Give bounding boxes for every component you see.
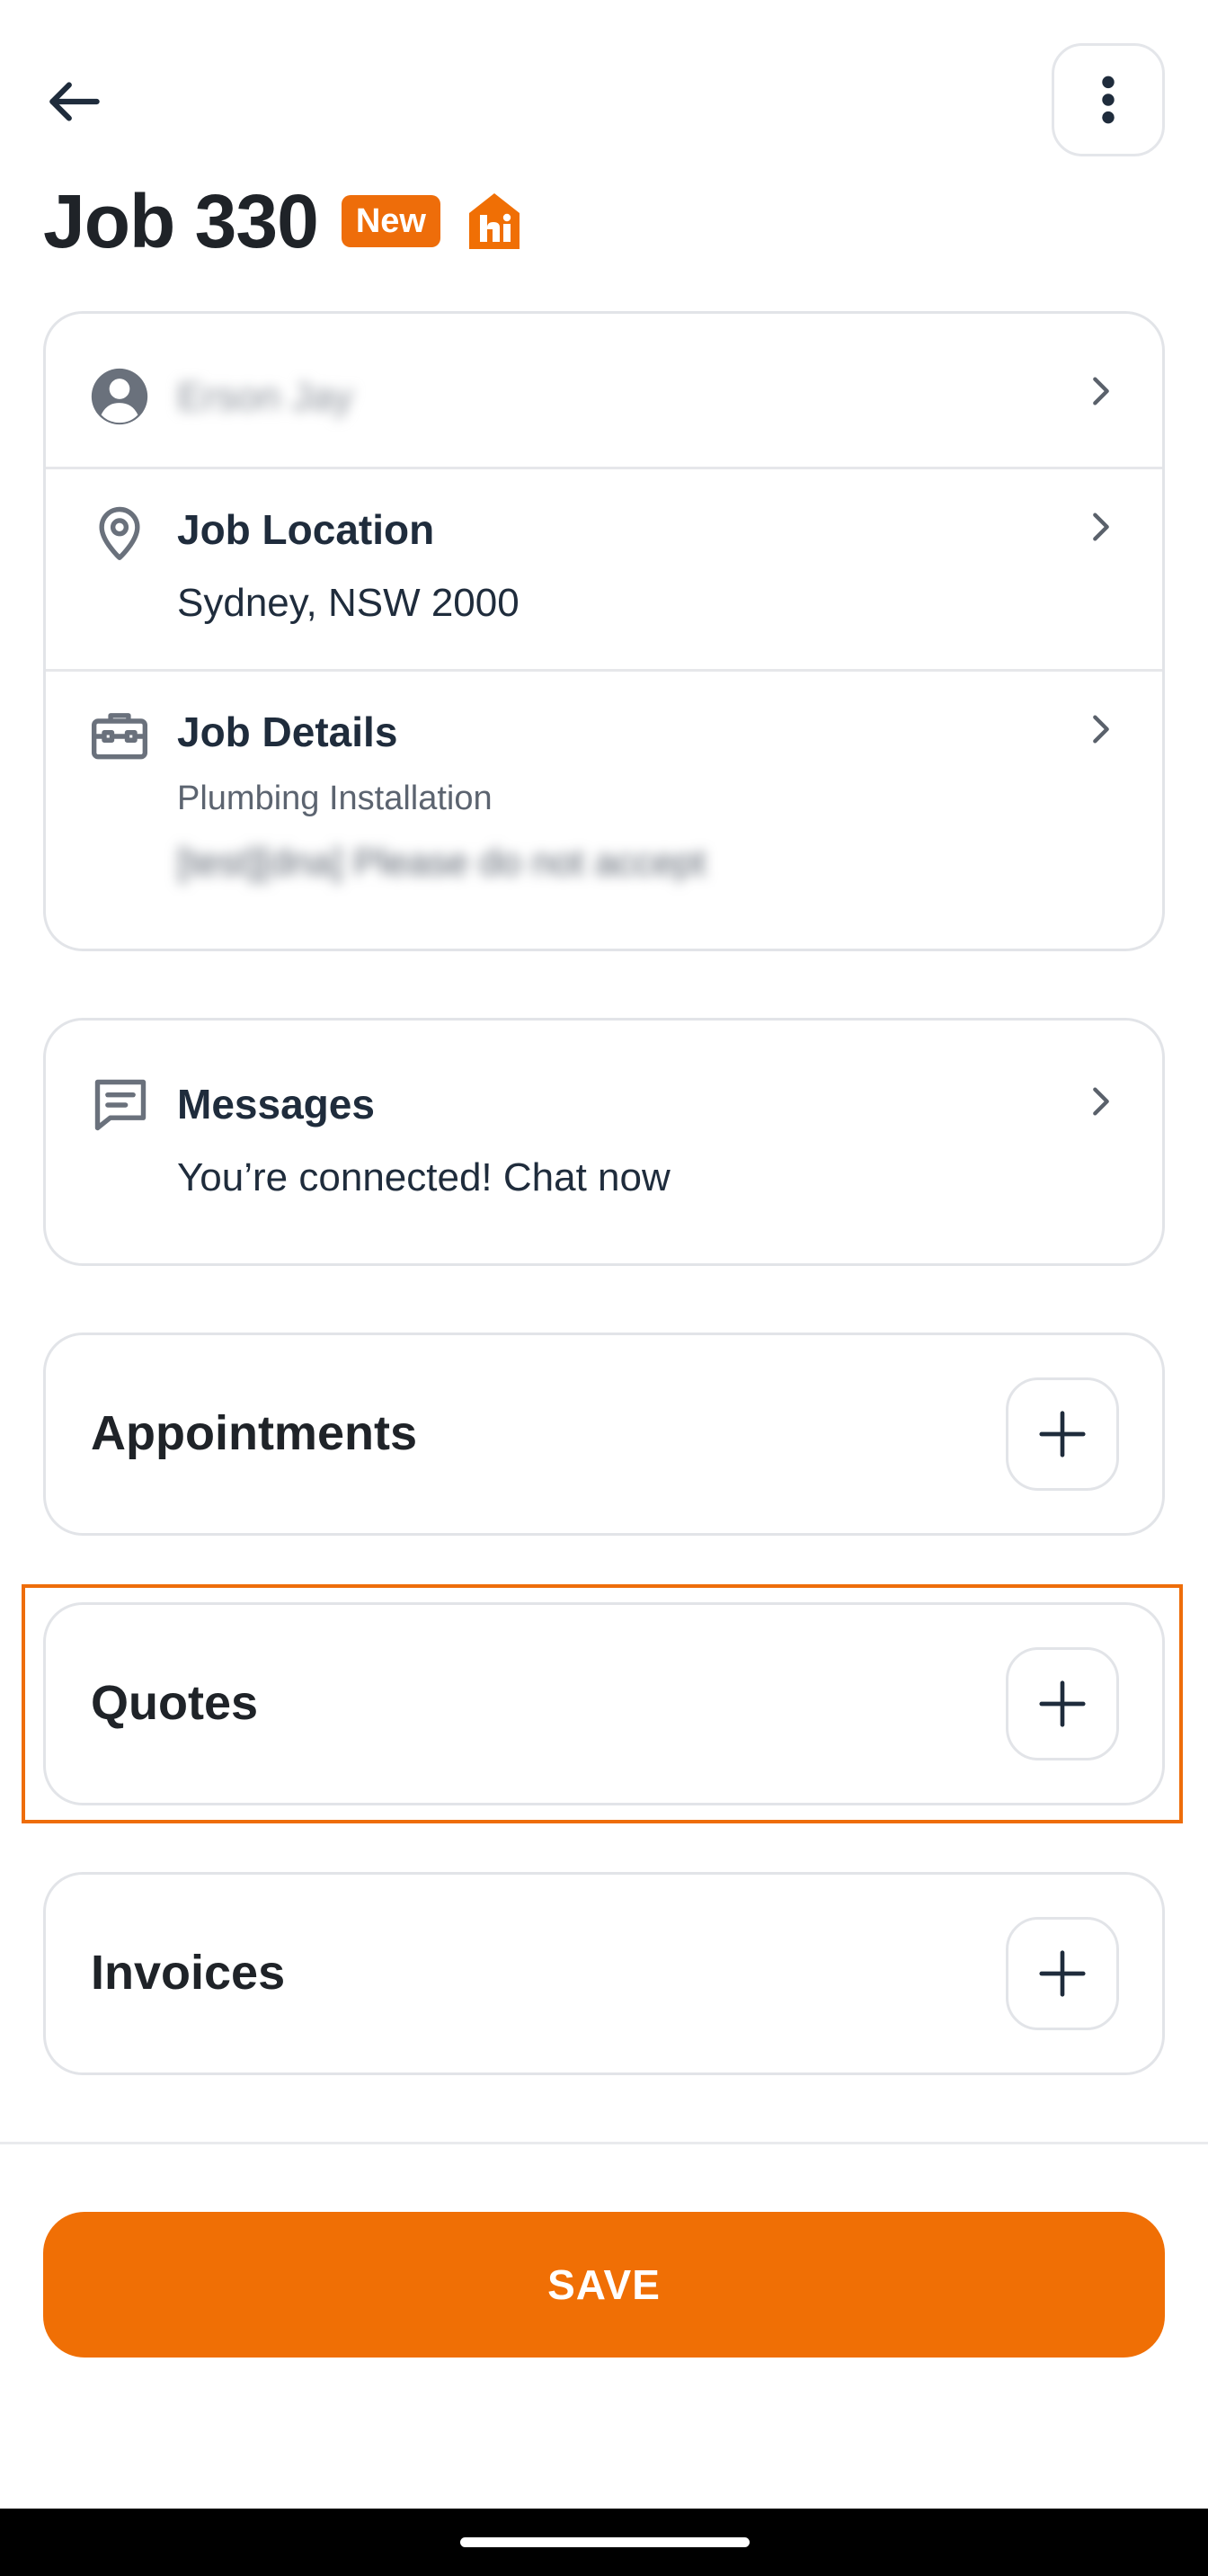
add-invoice-button[interactable] [1006, 1917, 1119, 2030]
map-pin-icon [89, 502, 150, 563]
chevron-right-icon [1083, 373, 1119, 409]
job-info-card: Erson Jay Job Location Sydney, NSW 2000 [43, 311, 1165, 951]
title-row: Job 330 New [43, 176, 523, 266]
home-indicator[interactable] [460, 2537, 750, 2547]
job-location-title: Job Location [177, 506, 435, 553]
chevron-right-icon [1083, 711, 1119, 747]
quotes-title: Quotes [91, 1676, 259, 1730]
chevron-right-icon [1083, 1083, 1119, 1119]
quotes-card: Quotes [43, 1602, 1165, 1805]
invoices-title: Invoices [91, 1946, 286, 2000]
toolbox-icon [89, 708, 150, 765]
appointments-title: Appointments [91, 1406, 417, 1460]
back-button[interactable] [36, 63, 113, 140]
more-vertical-icon [1099, 75, 1117, 125]
chevron-right-icon [1083, 509, 1119, 545]
job-location-value: Sydney, NSW 2000 [177, 581, 520, 625]
job-note: [test][dna] Please do not accept [177, 841, 706, 883]
appointments-card: Appointments [43, 1333, 1165, 1536]
job-details-title: Job Details [177, 709, 398, 755]
messages-title: Messages [177, 1081, 375, 1128]
chat-icon [89, 1074, 152, 1136]
plus-icon [1035, 1946, 1090, 2001]
more-options-button[interactable] [1052, 43, 1165, 156]
add-appointment-button[interactable] [1006, 1377, 1119, 1491]
add-quote-button[interactable] [1006, 1647, 1119, 1760]
save-button[interactable]: SAVE [43, 2212, 1165, 2358]
page-title: Job 330 [43, 178, 319, 263]
customer-row[interactable]: Erson Jay [46, 314, 1162, 467]
plus-icon [1035, 1676, 1090, 1732]
job-location-row[interactable]: Job Location Sydney, NSW 2000 [46, 469, 1162, 669]
job-category: Plumbing Installation [177, 780, 493, 817]
messages-card[interactable]: Messages You’re connected! Chat now [43, 1018, 1165, 1266]
person-icon [89, 366, 150, 427]
job-details-row[interactable]: Job Details Plumbing Installation [test]… [46, 672, 1162, 949]
plus-icon [1035, 1406, 1090, 1462]
messages-subtitle: You’re connected! Chat now [177, 1155, 671, 1199]
status-badge: New [341, 195, 440, 247]
invoices-card: Invoices [43, 1872, 1165, 2075]
arrow-left-icon [41, 68, 108, 135]
hipages-logo-icon [466, 190, 523, 253]
footer-divider [0, 2142, 1208, 2144]
customer-name: Erson Jay [177, 375, 353, 419]
